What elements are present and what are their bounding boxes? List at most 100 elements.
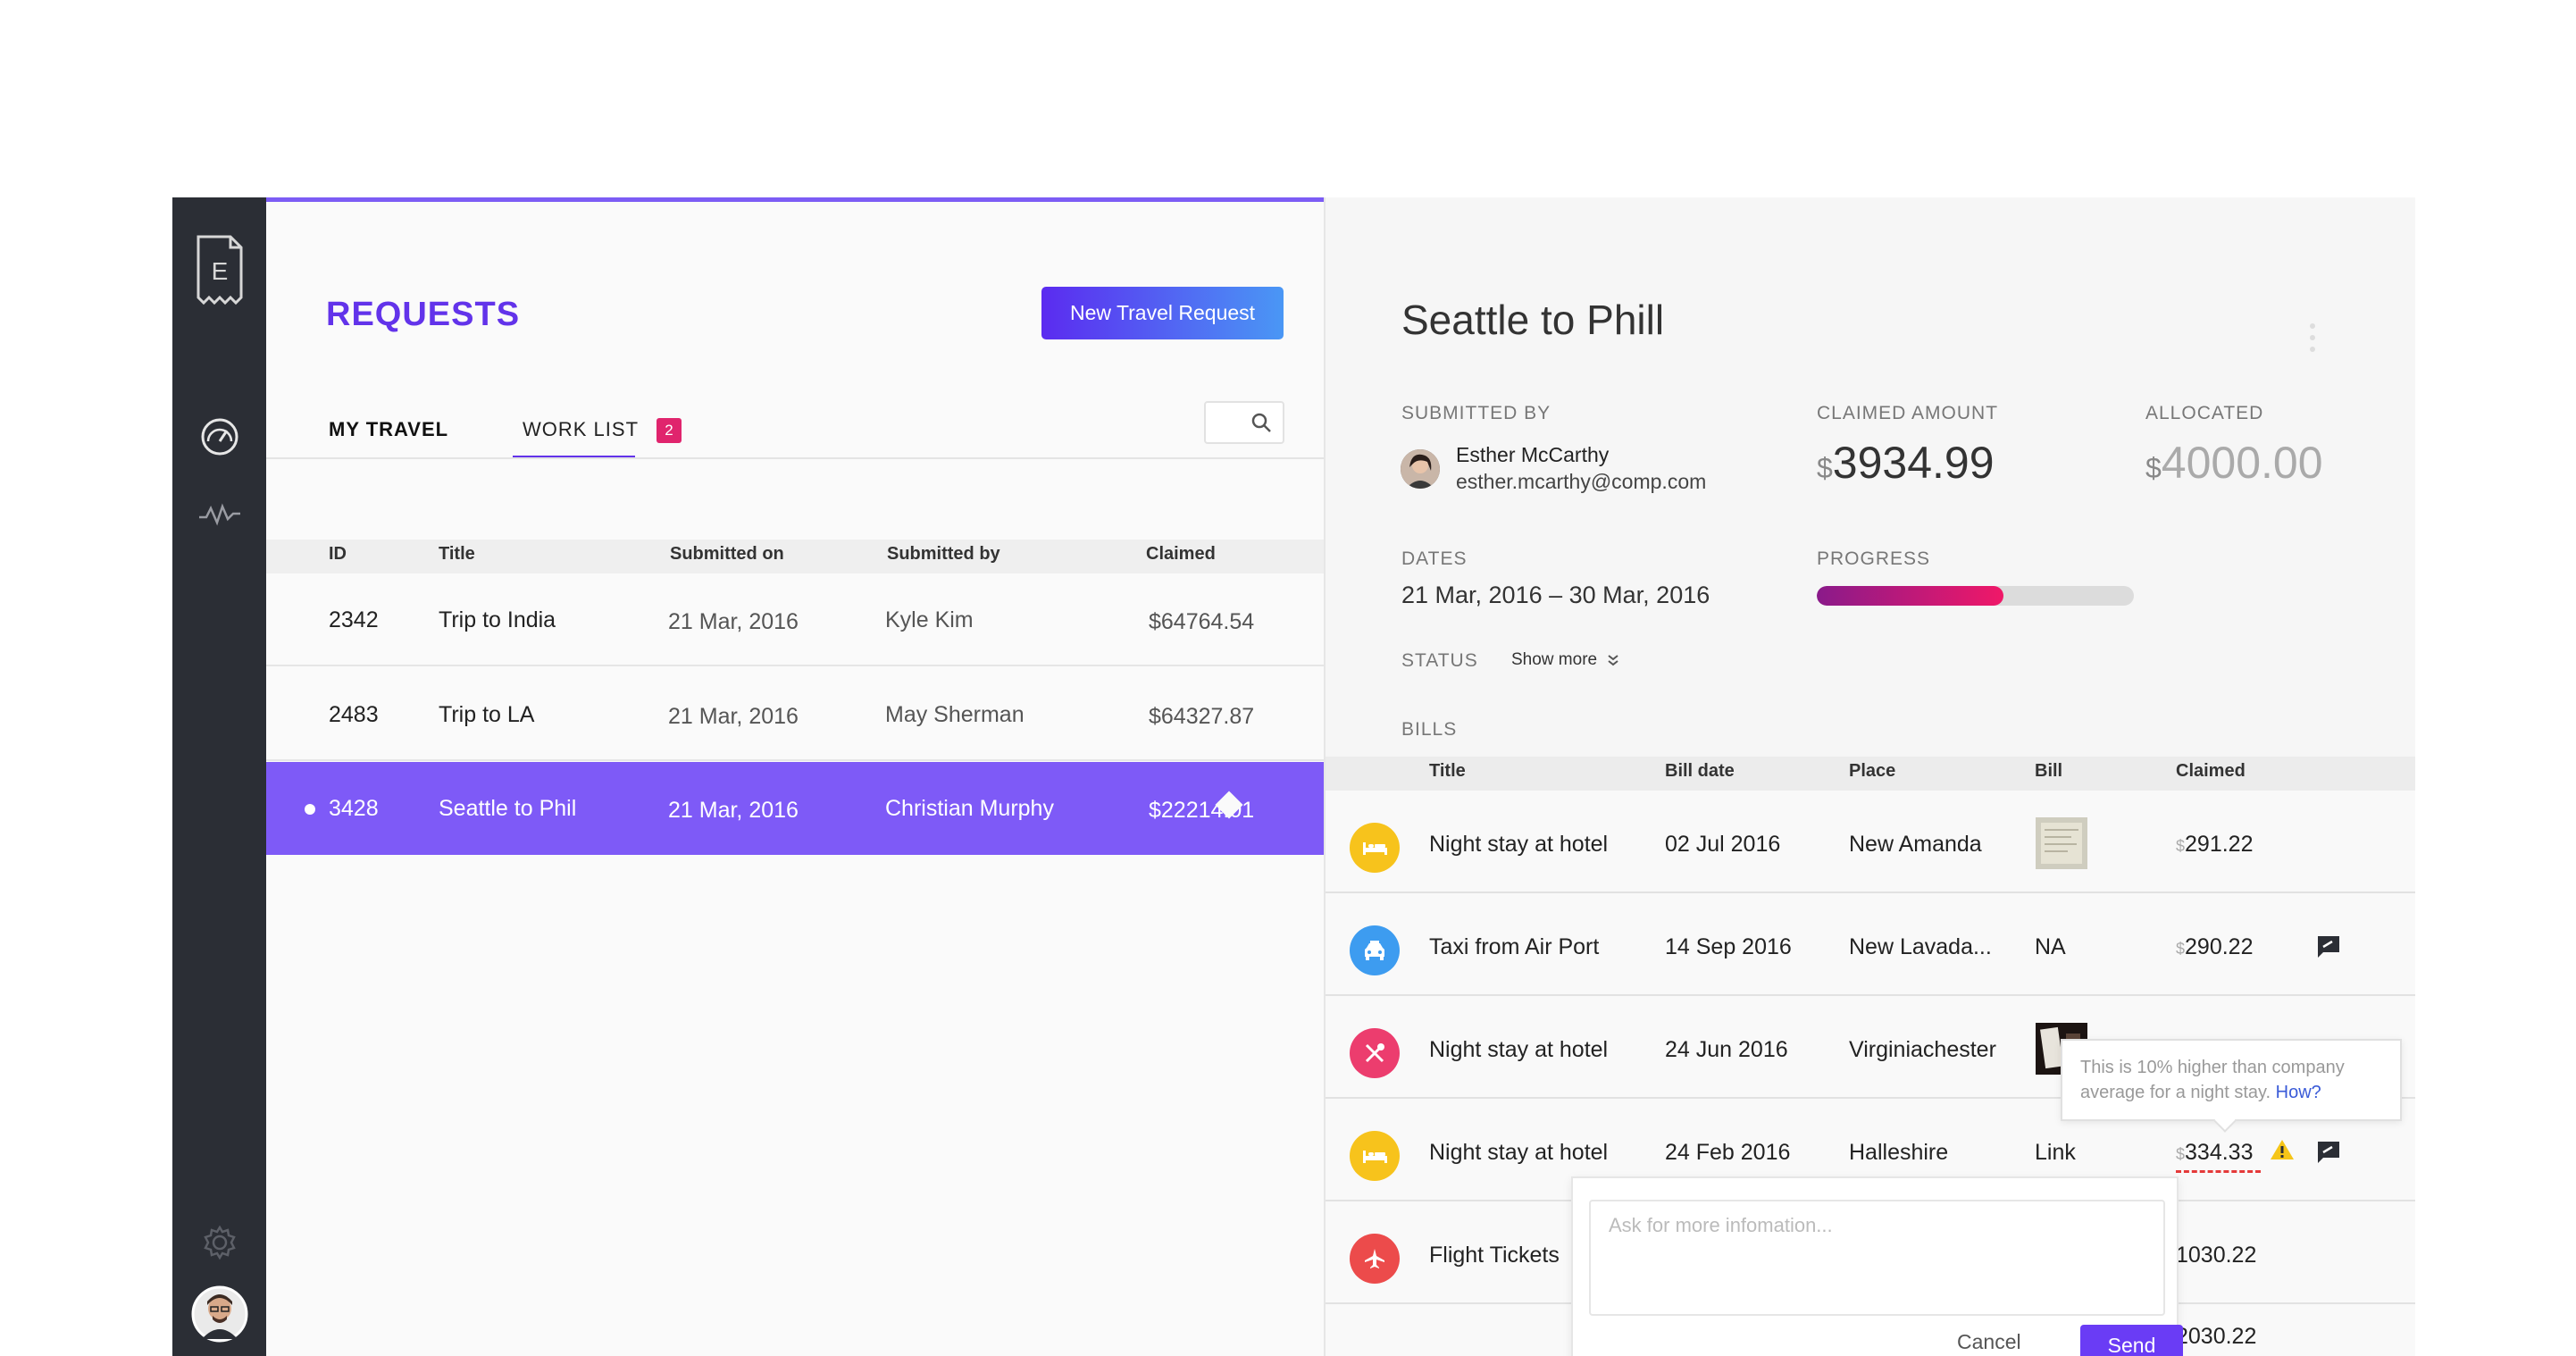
- submitter-email: esther.mcarthy@comp.com: [1456, 470, 1707, 493]
- bill-claimed: $290.22: [2176, 934, 2253, 960]
- warning-icon[interactable]: [2270, 1138, 2295, 1166]
- send-button[interactable]: Send: [2080, 1325, 2183, 1356]
- bills-column-claimed[interactable]: Claimed: [2176, 761, 2246, 782]
- requests-panel: REQUESTS New Travel Request MY TRAVEL WO…: [266, 197, 1324, 1356]
- settings-gear-icon[interactable]: [172, 1225, 266, 1260]
- sidebar: E: [172, 197, 266, 1356]
- status-label: STATUS: [1401, 650, 1478, 671]
- receipt-logo-icon[interactable]: E: [172, 233, 266, 308]
- allocated-amount: $4000.00: [2145, 437, 2323, 489]
- bills-column-bill[interactable]: Bill: [2035, 761, 2062, 782]
- request-detail-panel: Seattle to Phill SUBMITTED BY Esther McC…: [1324, 197, 2415, 1356]
- bill-date: 24 Feb 2016: [1665, 1140, 1791, 1165]
- bill-place: Halleshire: [1849, 1140, 1949, 1165]
- bill-place: New Lavada...: [1849, 934, 1992, 959]
- user-avatar[interactable]: [172, 1285, 266, 1343]
- hotel-bed-icon: [1350, 823, 1400, 873]
- bill-claimed: 1030.22: [2176, 1243, 2257, 1268]
- row-title: Trip to LA: [439, 702, 535, 727]
- column-header-submitted-by[interactable]: Submitted by: [887, 544, 1000, 565]
- bill-claimed-value: 290.22: [2185, 934, 2254, 959]
- comment-icon[interactable]: [2316, 1140, 2341, 1169]
- new-travel-request-button[interactable]: New Travel Request: [1041, 287, 1284, 339]
- table-row-selected[interactable]: 3428 Seattle to Phil 21 Mar, 2016 Christ…: [266, 762, 1324, 855]
- column-header-id[interactable]: ID: [329, 544, 347, 565]
- row-id: 3428: [329, 796, 379, 821]
- progress-bar-fill: [1817, 586, 2004, 606]
- submitter-avatar: [1401, 449, 1440, 489]
- bills-column-date[interactable]: Bill date: [1665, 761, 1735, 782]
- flagged-amount-underline: [2176, 1170, 2261, 1173]
- search-icon: [1251, 413, 1271, 432]
- hotel-bed-icon: [1350, 1131, 1400, 1181]
- table-row[interactable]: 2342 Trip to India 21 Mar, 2016 Kyle Kim…: [266, 573, 1324, 666]
- tab-work-list[interactable]: WORK LIST: [523, 418, 639, 441]
- allocated-amount-value: 4000.00: [2161, 438, 2323, 488]
- bill-row[interactable]: Night stay at hotel 02 Jul 2016 New Aman…: [1326, 791, 2415, 893]
- dashboard-gauge-icon[interactable]: [172, 416, 266, 457]
- bill-claimed: $291.22: [2176, 832, 2253, 858]
- bill-claimed: 2030.22: [2176, 1324, 2257, 1349]
- comparison-tooltip: This is 10% higher than company average …: [2061, 1039, 2402, 1121]
- bill-link[interactable]: Link: [2035, 1140, 2076, 1166]
- tooltip-how-link[interactable]: How?: [2276, 1083, 2321, 1102]
- search-button[interactable]: [1204, 401, 1284, 444]
- comment-input[interactable]: [1589, 1200, 2165, 1316]
- row-submitted-on: 21 Mar, 2016: [668, 798, 799, 823]
- bills-label: BILLS: [1401, 719, 1458, 740]
- row-claimed: $64764.54: [1149, 609, 1255, 634]
- bill-title: Night stay at hotel: [1429, 1037, 1609, 1062]
- bill-title: Taxi from Air Port: [1429, 934, 1600, 959]
- dates-value: 21 Mar, 2016 – 30 Mar, 2016: [1401, 582, 1710, 608]
- table-row[interactable]: 2483 Trip to LA 21 Mar, 2016 May Sherman…: [266, 668, 1324, 761]
- bill-claimed: $334.33: [2176, 1140, 2253, 1166]
- activity-pulse-icon[interactable]: [172, 503, 266, 526]
- bill-row[interactable]: Taxi from Air Port 14 Sep 2016 New Lavad…: [1326, 893, 2415, 996]
- bill-place: New Amanda: [1849, 832, 1982, 857]
- progress-bar: [1817, 586, 2134, 606]
- bill-link: NA: [2035, 934, 2066, 959]
- submitted-by-label: SUBMITTED BY: [1401, 403, 1551, 423]
- bill-title: Night stay at hotel: [1429, 832, 1609, 857]
- column-header-submitted-on[interactable]: Submitted on: [670, 544, 784, 565]
- claimed-amount-value: 3934.99: [1832, 438, 1995, 488]
- row-submitted-by: Kyle Kim: [885, 607, 974, 632]
- row-claimed: $64327.87: [1149, 704, 1255, 729]
- app-window: E REQUESTS New Travel Request MY TRAVEL …: [172, 197, 2415, 1356]
- bill-claimed-value: 291.22: [2185, 832, 2254, 857]
- show-more-text: Show more: [1511, 650, 1598, 669]
- bill-place: Virginiachester: [1849, 1037, 1996, 1062]
- column-header-claimed[interactable]: Claimed: [1146, 544, 1216, 565]
- cancel-button[interactable]: Cancel: [1957, 1330, 2021, 1354]
- bills-column-place[interactable]: Place: [1849, 761, 1895, 782]
- bill-claimed-value: 334.33: [2185, 1140, 2254, 1165]
- row-id: 2483: [329, 702, 379, 727]
- bill-date: 24 Jun 2016: [1665, 1037, 1788, 1062]
- row-id: 2342: [329, 607, 379, 632]
- row-title: Trip to India: [439, 607, 556, 632]
- row-submitted-on: 21 Mar, 2016: [668, 609, 799, 634]
- row-submitted-by: Christian Murphy: [885, 796, 1054, 821]
- row-submitted-on: 21 Mar, 2016: [668, 704, 799, 729]
- allocated-label: ALLOCATED: [2145, 403, 2264, 423]
- airplane-icon: [1350, 1234, 1400, 1284]
- chevron-double-down-icon: [1608, 655, 1619, 666]
- comment-icon[interactable]: [2316, 934, 2341, 964]
- more-options-icon[interactable]: [2309, 322, 2316, 357]
- bill-receipt-thumbnail[interactable]: [2036, 817, 2087, 869]
- restaurant-cutlery-icon: [1350, 1028, 1400, 1078]
- currency-symbol: $: [2176, 837, 2186, 855]
- bill-date: 14 Sep 2016: [1665, 934, 1792, 959]
- page-title: REQUESTS: [326, 296, 521, 333]
- logo-letter: E: [211, 257, 228, 285]
- row-title: Seattle to Phil: [439, 796, 577, 821]
- bill-title: Night stay at hotel: [1429, 1140, 1609, 1165]
- tab-my-travel[interactable]: MY TRAVEL: [329, 418, 448, 441]
- currency-symbol: $: [2176, 1145, 2186, 1163]
- bills-column-title[interactable]: Title: [1429, 761, 1466, 782]
- bill-title: Flight Tickets: [1429, 1243, 1560, 1268]
- column-header-title[interactable]: Title: [439, 544, 475, 565]
- dates-label: DATES: [1401, 548, 1468, 569]
- show-more-link[interactable]: Show more: [1511, 650, 1619, 670]
- tabs-divider: [266, 457, 1324, 459]
